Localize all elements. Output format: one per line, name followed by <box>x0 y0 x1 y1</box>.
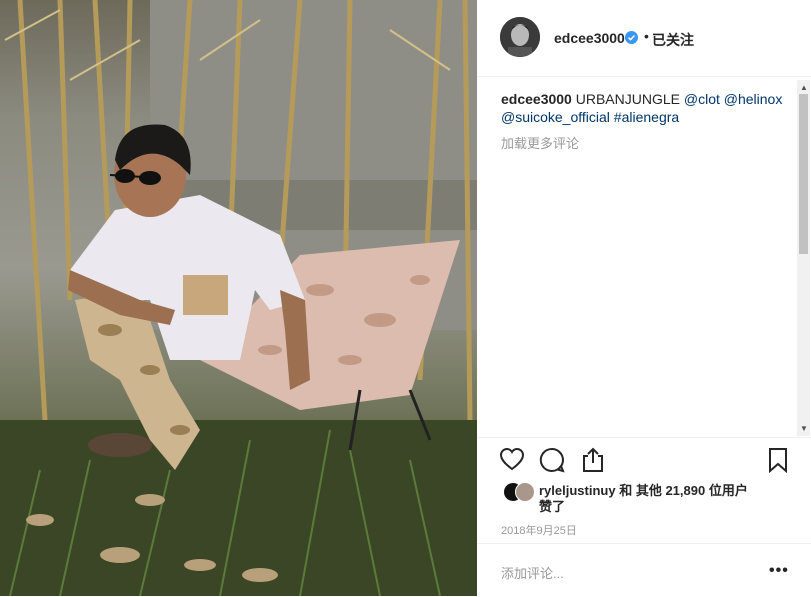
photo-illustration <box>0 0 477 596</box>
post-header: edcee3000 • 已关注 <box>477 0 811 77</box>
heart-icon[interactable] <box>499 447 525 473</box>
caption-username[interactable]: edcee3000 <box>501 91 572 107</box>
author-avatar[interactable] <box>500 17 540 57</box>
verified-badge-icon <box>625 31 638 44</box>
bookmark-icon[interactable] <box>765 447 791 473</box>
scroll-up-arrow-icon[interactable]: ▲ <box>800 83 808 92</box>
caption-text: URBANJUNGLE <box>575 91 680 107</box>
liker-username[interactable]: ryleljustinuy <box>539 483 616 498</box>
caption-link-clot[interactable]: @clot <box>684 91 720 107</box>
post-detail-panel: edcee3000 • 已关注 edcee3000 URBANJUNGLE @c… <box>477 0 811 596</box>
author-username[interactable]: edcee3000 <box>554 30 625 46</box>
avatar-image <box>500 17 540 57</box>
post-caption: edcee3000 URBANJUNGLE @clot @helinox @su… <box>501 90 791 126</box>
liker-avatar[interactable] <box>515 482 535 502</box>
likes-suffix: 赞了 <box>539 499 566 514</box>
comment-input[interactable]: 添加评论... <box>501 563 564 582</box>
more-options-icon[interactable]: ••• <box>769 562 789 580</box>
following-button[interactable]: 已关注 <box>652 30 694 50</box>
scroll-down-arrow-icon[interactable]: ▼ <box>800 424 808 433</box>
comments-scrollbar[interactable]: ▲ ▼ <box>797 80 810 436</box>
likes-others[interactable]: 其他 21,890 位用户 <box>636 483 748 498</box>
load-more-comments[interactable]: 加载更多评论 <box>501 133 579 152</box>
likes-joiner: 和 <box>619 483 633 498</box>
comment-bar: 添加评论... ••• <box>477 543 811 597</box>
share-icon[interactable] <box>580 447 606 473</box>
caption-link-helinox[interactable]: @helinox <box>724 91 783 107</box>
header-separator: • <box>644 28 649 44</box>
likes-summary: ryleljustinuy 和 其他 21,890 位用户 赞了 <box>501 480 801 520</box>
caption-link-suicoke[interactable]: @suicoke_official <box>501 109 610 125</box>
post-photo[interactable] <box>0 0 477 596</box>
action-bar <box>477 437 811 483</box>
scrollbar-thumb[interactable] <box>799 94 808 254</box>
comment-icon[interactable] <box>539 447 565 473</box>
post-date[interactable]: 2018年9月25日 <box>501 522 577 538</box>
caption-hashtag-alienegra[interactable]: #alienegra <box>614 109 679 125</box>
